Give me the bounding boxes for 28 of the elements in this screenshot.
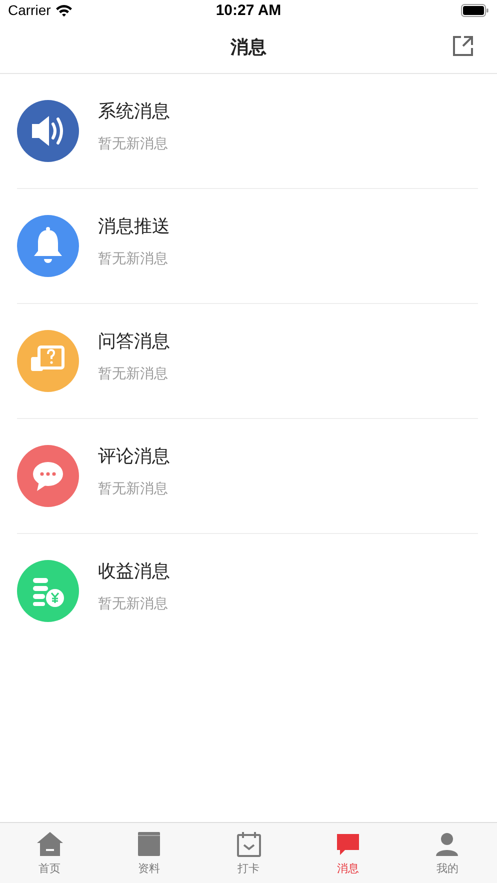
message-subtitle: 暂无新消息 (98, 595, 169, 613)
message-subtitle: 暂无新消息 (98, 480, 169, 498)
message-subtitle: 暂无新消息 (98, 250, 169, 268)
wifi-icon (54, 4, 73, 16)
tab-item[interactable]: 首页 (0, 823, 100, 883)
calendar-icon (234, 830, 263, 858)
share-icon[interactable] (452, 35, 474, 57)
message-title: 消息推送 (98, 215, 170, 238)
message-item[interactable]: 收益消息 暂无新消息 (17, 534, 478, 648)
message-title: 系统消息 (98, 100, 170, 123)
page-title: 消息 (230, 36, 266, 58)
message-item[interactable]: 评论消息 暂无新消息 (17, 419, 478, 534)
message-title: 评论消息 (98, 445, 170, 468)
battery-icon (461, 4, 489, 16)
message-title: 问答消息 (98, 330, 170, 353)
message-subtitle: 暂无新消息 (98, 365, 169, 383)
message-item[interactable]: 消息推送 暂无新消息 (17, 189, 478, 304)
message-title: 收益消息 (98, 560, 170, 583)
tab-item[interactable]: 消息 (298, 823, 398, 883)
tab-item[interactable]: 资料 (99, 823, 199, 883)
message-item[interactable]: 问答消息 暂无新消息 (17, 304, 478, 419)
message-subtitle: 暂无新消息 (98, 135, 169, 153)
tab-item[interactable]: 打卡 (198, 823, 298, 883)
home-icon (36, 830, 64, 858)
message-item[interactable]: 系统消息 暂无新消息 (17, 74, 478, 189)
carrier-label: Carrier (8, 2, 51, 18)
tab-item[interactable]: 我的 (398, 823, 497, 883)
status-time: 10:27 AM (216, 2, 282, 18)
